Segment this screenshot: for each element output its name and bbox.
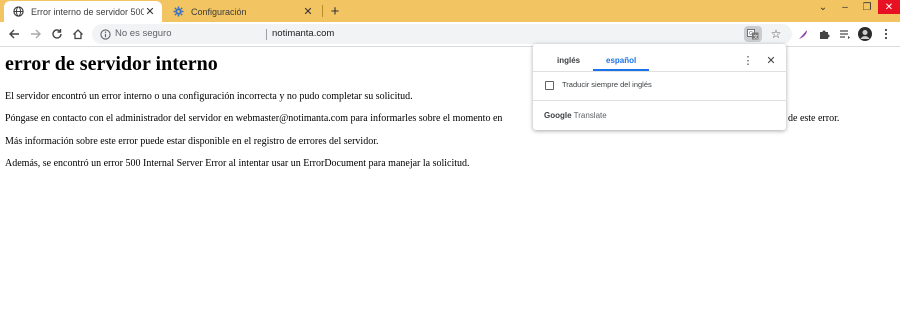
- close-tab-icon[interactable]: ✕: [144, 6, 156, 18]
- target-language-tab[interactable]: español: [606, 56, 636, 65]
- translate-popup: inglés español ⋮ ✕ Traducir siempre del …: [533, 44, 786, 130]
- divider: [533, 71, 786, 72]
- source-language-tab[interactable]: inglés: [557, 56, 580, 65]
- divider: [533, 100, 786, 101]
- bookmark-star-icon[interactable]: ☆: [768, 26, 784, 42]
- always-translate-checkbox[interactable]: [545, 81, 554, 90]
- reload-icon[interactable]: [49, 26, 65, 42]
- minimize-button[interactable]: –: [834, 0, 856, 14]
- tab-strip: Error interno de servidor 500 ✕ Configur…: [0, 0, 900, 22]
- google-translate-logo: Google Translate: [544, 111, 607, 120]
- globe-icon: [11, 5, 25, 19]
- tab-title: Error interno de servidor 500: [31, 6, 144, 17]
- kebab-menu-icon[interactable]: [878, 26, 894, 42]
- address-bar[interactable]: No es seguro notimanta.com G文 ☆: [92, 24, 792, 44]
- omnibox-separator: [266, 29, 267, 40]
- tab-error-page[interactable]: Error interno de servidor 500 ✕: [4, 1, 162, 22]
- paragraph-2: Póngase en contacto con el administrador…: [5, 113, 503, 124]
- page-title: error de servidor interno: [5, 53, 218, 75]
- close-icon[interactable]: ✕: [765, 53, 777, 67]
- paragraph-2-tail: de este error.: [788, 113, 840, 124]
- close-tab-icon[interactable]: ✕: [302, 6, 314, 18]
- home-icon[interactable]: [70, 26, 86, 42]
- tab-title: Configuración: [191, 6, 247, 17]
- paragraph-1: El servidor encontró un error interno o …: [5, 91, 413, 102]
- security-status[interactable]: No es seguro: [115, 28, 172, 39]
- close-window-button[interactable]: ✕: [878, 0, 900, 14]
- chevron-down-icon[interactable]: ⌄: [812, 0, 834, 14]
- svg-text:文: 文: [753, 33, 758, 40]
- translate-icon[interactable]: G文: [744, 26, 762, 42]
- paragraph-3: Más información sobre este error puede e…: [5, 136, 379, 147]
- more-options-icon[interactable]: ⋮: [743, 53, 754, 67]
- always-translate-label: Traducir siempre del inglés: [562, 80, 652, 89]
- restore-button[interactable]: ❐: [856, 0, 878, 14]
- tab-separator: [322, 5, 323, 17]
- url-text[interactable]: notimanta.com: [272, 28, 334, 39]
- tab-settings[interactable]: Configuración ✕: [164, 1, 320, 22]
- paragraph-4: Además, se encontró un error 500 Interna…: [5, 158, 470, 169]
- forward-arrow-icon[interactable]: [28, 26, 44, 42]
- reading-list-icon[interactable]: [837, 26, 853, 42]
- new-tab-button[interactable]: +: [327, 3, 343, 20]
- feather-extension-icon[interactable]: [795, 26, 811, 42]
- puzzle-icon[interactable]: [816, 26, 832, 42]
- avatar[interactable]: [857, 26, 873, 42]
- gear-icon: [171, 5, 185, 19]
- back-arrow-icon[interactable]: [6, 26, 22, 42]
- info-icon[interactable]: [98, 27, 112, 41]
